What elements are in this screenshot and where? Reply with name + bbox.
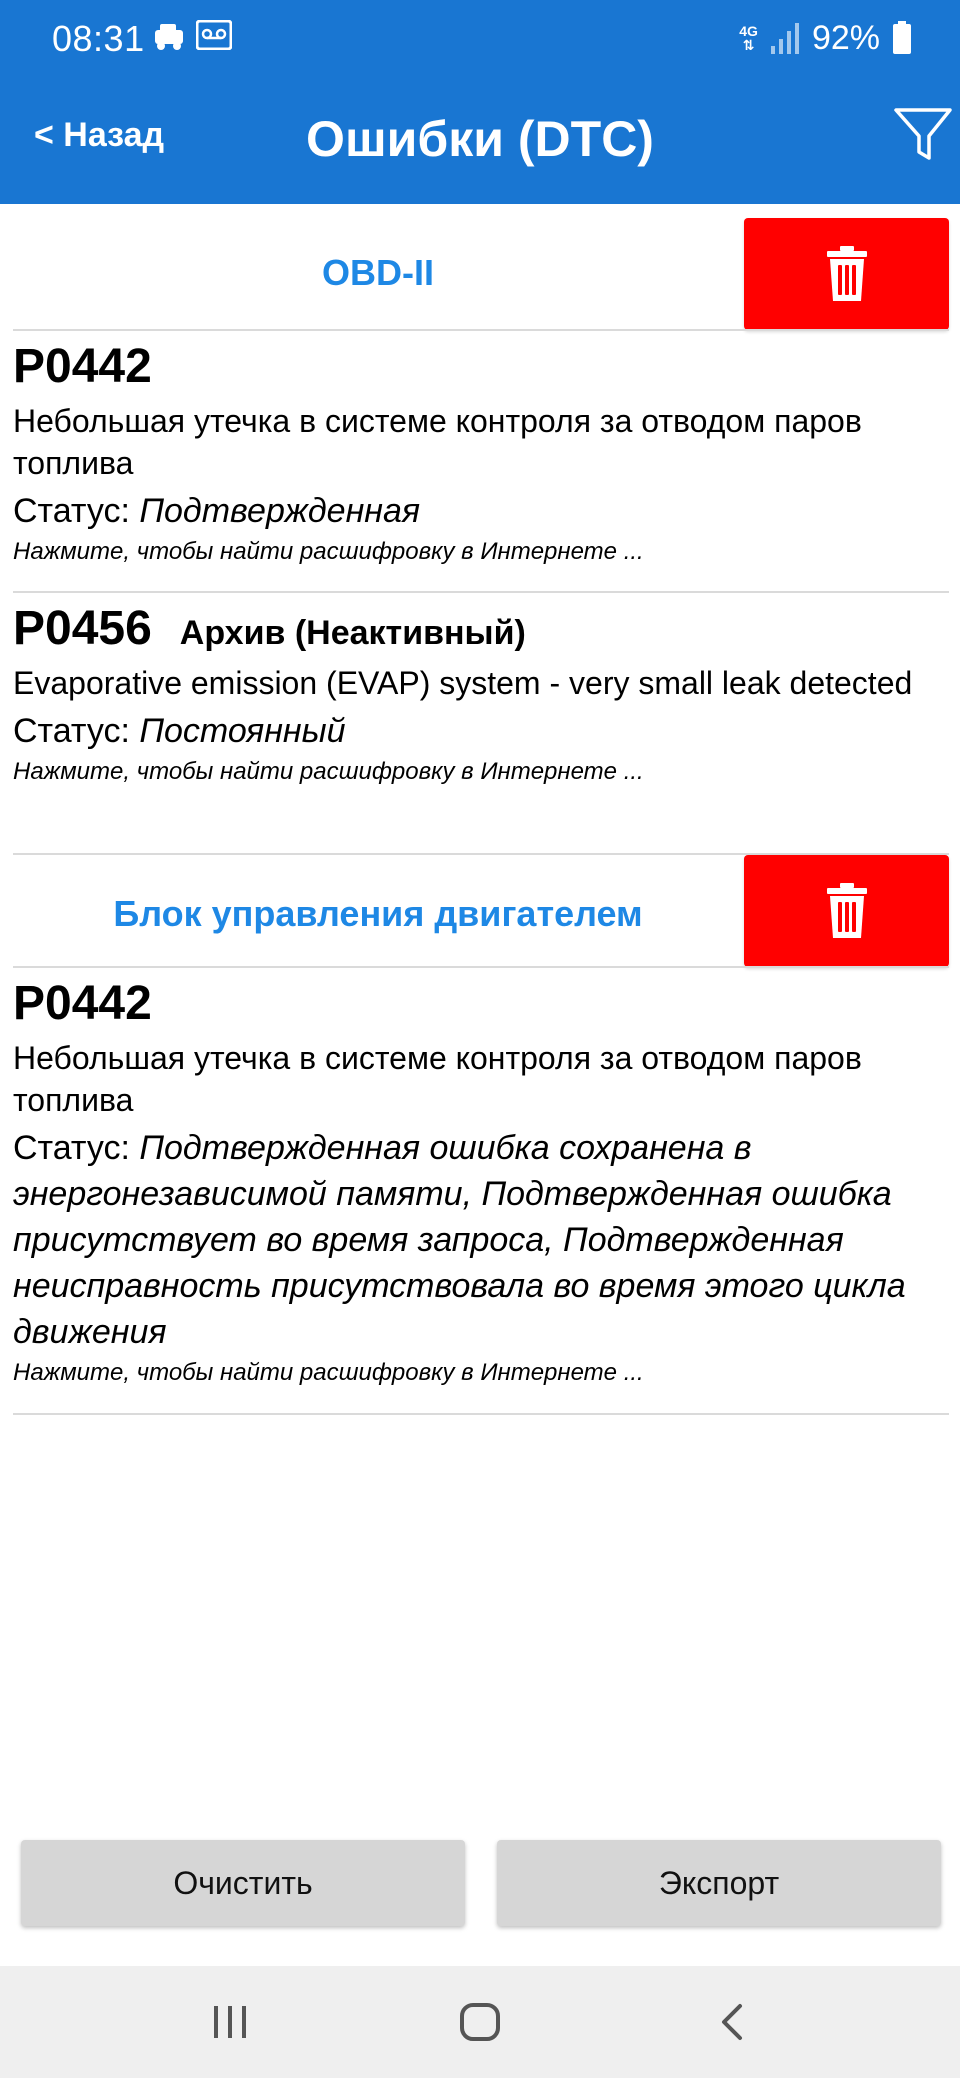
delete-button[interactable] xyxy=(744,855,949,967)
divider xyxy=(13,966,949,968)
status-time: 08:31 xyxy=(52,18,145,59)
dtc-status-label: Статус: xyxy=(13,1129,130,1167)
divider xyxy=(13,329,949,331)
battery-percentage: 92% xyxy=(811,18,880,57)
dtc-status-label: Статус: xyxy=(13,492,130,530)
recents-icon[interactable] xyxy=(210,2000,250,2044)
dtc-status: Статус: Подтвержденная ошибка сохранена … xyxy=(13,1125,949,1355)
dtc-status-label: Статус: xyxy=(13,712,130,750)
divider xyxy=(13,591,949,593)
app-bar: < Назад Ошибки (DTC) xyxy=(0,74,960,204)
page-title: Ошибки (DTC) xyxy=(306,111,654,167)
dtc-search-hint[interactable]: Нажмите, чтобы найти расшифровку в Интер… xyxy=(13,756,949,788)
trash-icon xyxy=(826,883,867,938)
clear-button[interactable]: Очистить xyxy=(21,1840,465,1926)
trash-icon xyxy=(826,246,867,301)
dtc-search-hint[interactable]: Нажмите, чтобы найти расшифровку в Интер… xyxy=(13,536,949,568)
network-type: 4G xyxy=(739,23,758,39)
dtc-item[interactable]: P0442 Небольшая утечка в системе контрол… xyxy=(13,975,949,1389)
dtc-code: P0442 xyxy=(13,340,152,393)
dtc-item[interactable]: P0442 Небольшая утечка в системе контрол… xyxy=(13,338,949,568)
dtc-code-row: P0442 xyxy=(13,338,949,396)
voicemail-icon xyxy=(196,20,232,50)
dtc-status-value: Подтвержденная xyxy=(139,492,421,530)
dtc-code-row: P0442 xyxy=(13,975,949,1033)
section-title: Блок управления двигателем xyxy=(113,893,643,934)
dtc-item[interactable]: P0456 Архив (Неактивный) Evaporative emi… xyxy=(13,600,949,788)
signal-icon xyxy=(770,23,799,54)
dtc-code: P0442 xyxy=(13,977,152,1030)
dtc-status-value: Подтвержденная ошибка сохранена в энерго… xyxy=(13,1129,906,1351)
navigation-bar xyxy=(0,1966,960,2078)
dtc-status: Статус: Подтвержденная xyxy=(13,488,949,534)
data-arrows-icon: ⇅ xyxy=(742,37,755,53)
dtc-archive-label: Архив (Неактивный) xyxy=(179,614,526,652)
section-title: OBD-II xyxy=(322,252,434,293)
dtc-search-hint[interactable]: Нажмите, чтобы найти расшифровку в Интер… xyxy=(13,1357,949,1389)
status-right: 4G ⇅ 92% xyxy=(739,18,912,58)
back-icon[interactable] xyxy=(712,2000,752,2044)
dtc-status-value: Постоянный xyxy=(139,712,346,750)
export-button[interactable]: Экспорт xyxy=(497,1840,941,1926)
network-indicator: 4G ⇅ xyxy=(739,24,758,52)
home-icon[interactable] xyxy=(458,2000,502,2044)
section-header-ecu: Блок управления двигателем xyxy=(0,855,960,967)
dtc-code-row: P0456 Архив (Неактивный) xyxy=(13,600,949,658)
divider xyxy=(13,1413,949,1415)
dtc-status: Статус: Постоянный xyxy=(13,708,949,754)
dtc-description: Небольшая утечка в системе контроля за о… xyxy=(13,403,862,481)
delete-button[interactable] xyxy=(744,218,949,330)
car-icon xyxy=(155,24,183,50)
section-header-obd: OBD-II xyxy=(0,204,960,330)
status-bar: 08:31 4G ⇅ 92% xyxy=(0,0,960,74)
dtc-description: Небольшая утечка в системе контроля за о… xyxy=(13,1040,862,1118)
filter-icon[interactable] xyxy=(892,104,954,166)
battery-icon xyxy=(893,21,911,54)
dtc-code: P0456 xyxy=(13,602,152,655)
header: 08:31 4G ⇅ 92% < Назад Ошибки (DTC) xyxy=(0,0,960,204)
dtc-description: Evaporative emission (EVAP) system - ver… xyxy=(13,665,913,701)
